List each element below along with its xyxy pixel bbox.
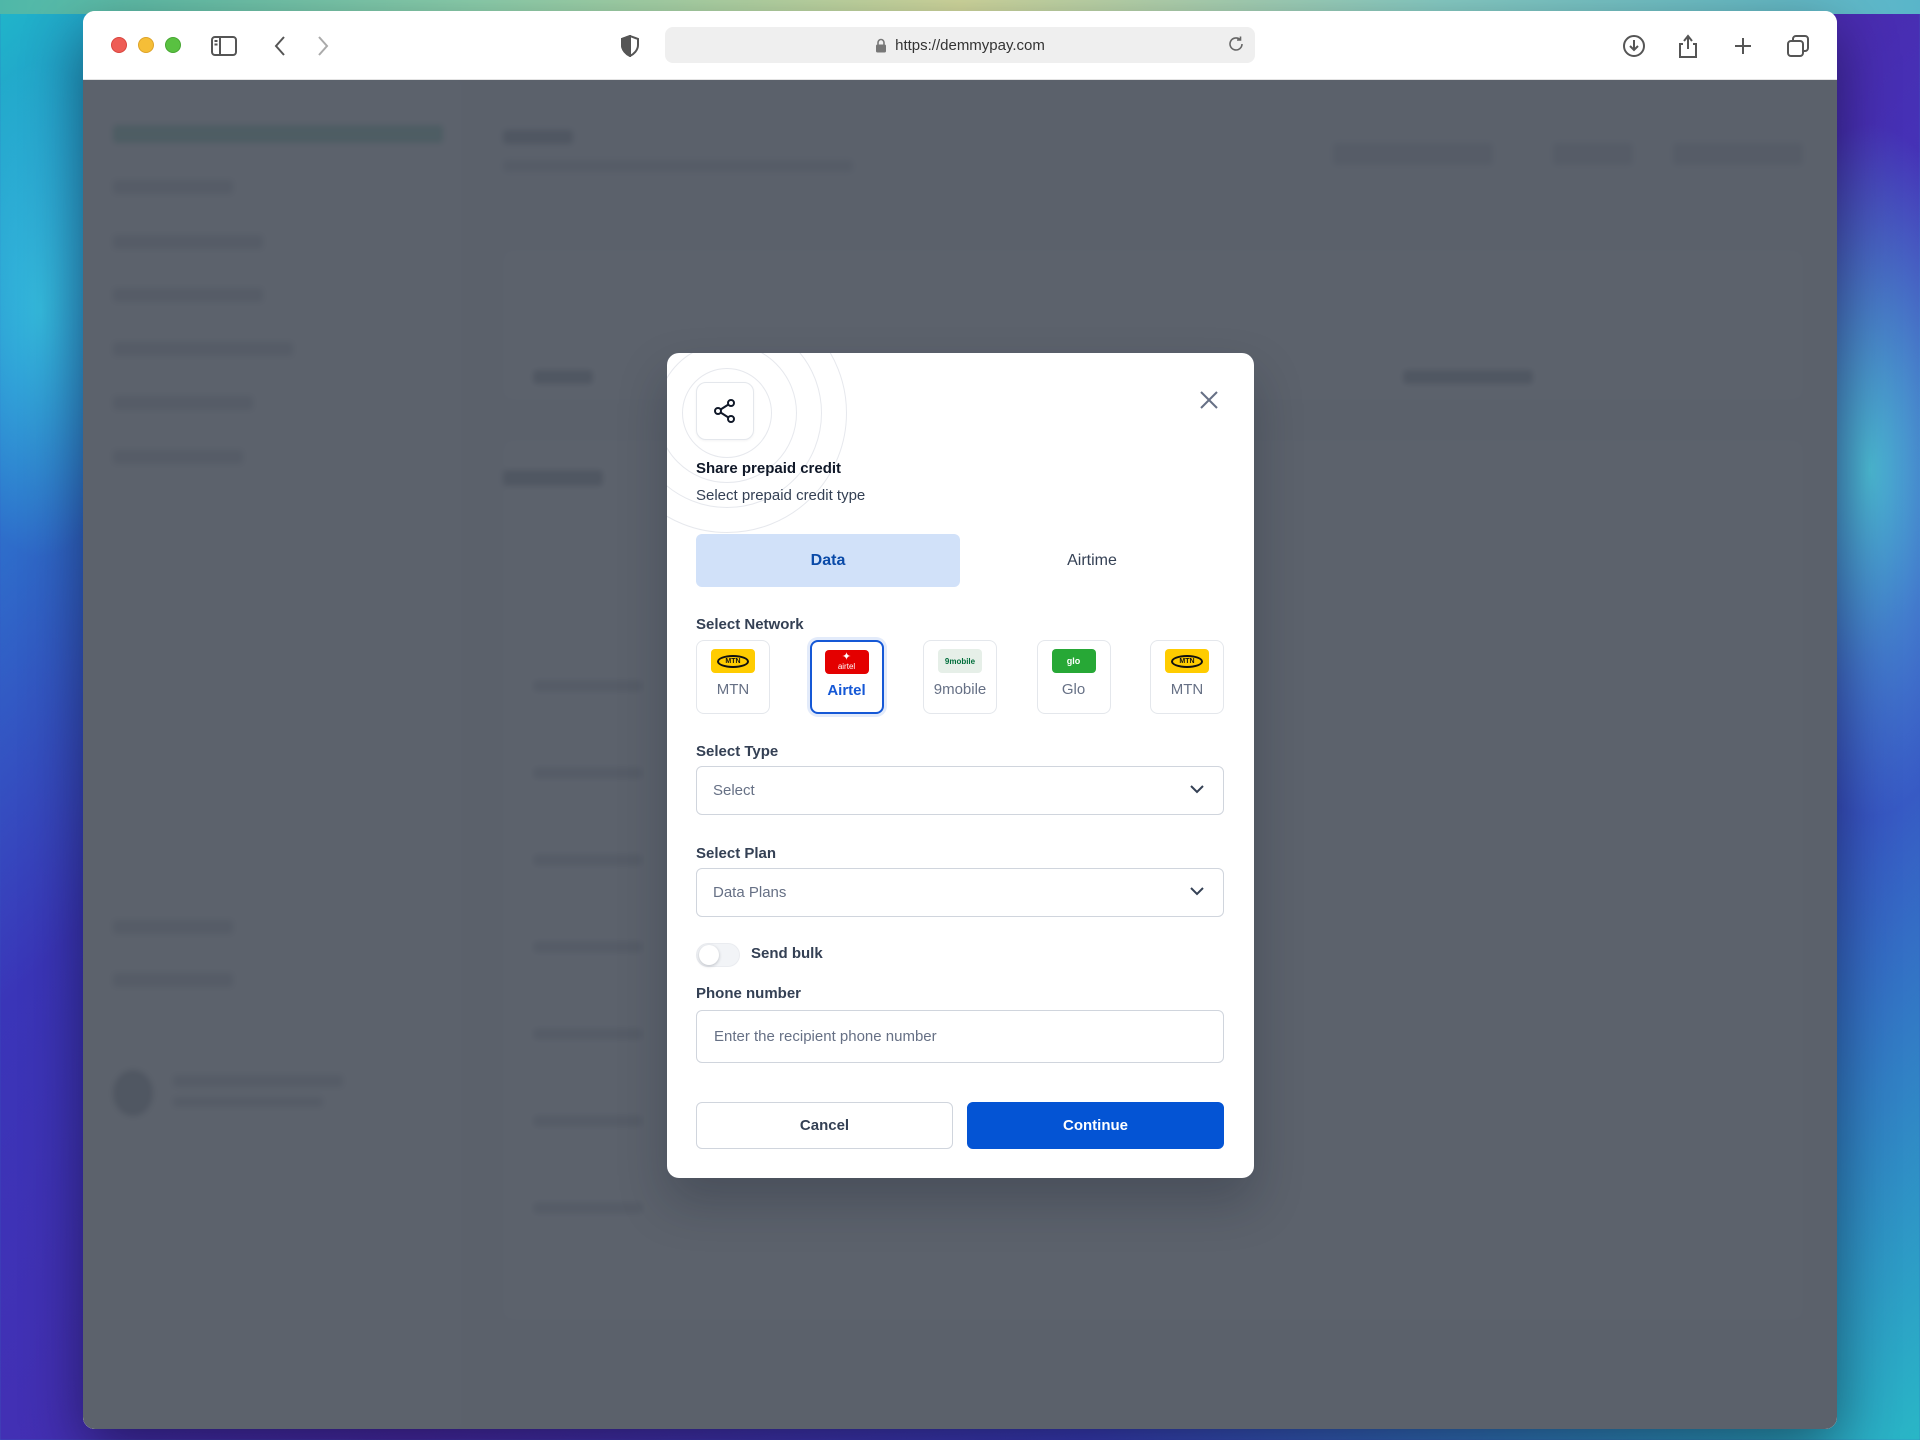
modal-title: Share prepaid credit xyxy=(696,460,842,477)
network-option-airtel[interactable]: ✦ airtel Airtel xyxy=(809,640,884,714)
credit-type-tabs: Data Airtime xyxy=(696,534,1224,587)
network-name: Airtel xyxy=(827,682,866,699)
plan-select-value: Data Plans xyxy=(713,884,787,901)
share-icon xyxy=(696,382,754,440)
browser-toolbar: https://demmypay.com xyxy=(83,11,1837,80)
chevron-down-icon xyxy=(1189,886,1205,896)
send-bulk-label: Send bulk xyxy=(751,945,823,962)
plan-label: Select Plan xyxy=(696,845,777,862)
plan-select[interactable]: Data Plans xyxy=(696,868,1224,917)
type-select-value: Select xyxy=(713,782,755,799)
address-bar[interactable]: https://demmypay.com xyxy=(665,27,1255,63)
reload-icon[interactable] xyxy=(1227,35,1245,53)
type-label: Select Type xyxy=(696,743,779,760)
cancel-button[interactable]: Cancel xyxy=(696,1102,953,1149)
share-icon[interactable] xyxy=(1673,31,1703,61)
download-icon[interactable] xyxy=(1619,31,1649,61)
mtn-logo: MTN xyxy=(711,649,755,673)
send-bulk-toggle[interactable] xyxy=(696,943,740,967)
close-modal-button[interactable] xyxy=(1194,385,1224,415)
close-window-button[interactable] xyxy=(111,37,127,53)
network-name: Glo xyxy=(1061,681,1086,698)
close-icon xyxy=(1200,391,1218,409)
9mobile-logo: 9mobile xyxy=(938,649,982,673)
type-select[interactable]: Select xyxy=(696,766,1224,815)
mtn-logo: MTN xyxy=(1165,649,1209,673)
network-name: MTN xyxy=(716,681,750,698)
network-option-glo[interactable]: glo Glo xyxy=(1036,640,1111,714)
tab-overview-icon[interactable] xyxy=(1783,31,1813,61)
network-option-9mobile[interactable]: 9mobile 9mobile xyxy=(923,640,997,714)
tab-airtime[interactable]: Airtime xyxy=(960,534,1224,587)
network-options: MTN MTN ✦ airtel Airtel 9mobile 9mobile g… xyxy=(696,640,1224,714)
phone-label: Phone number xyxy=(696,985,802,1002)
zoom-window-button[interactable] xyxy=(165,37,181,53)
page-content: Share prepaid credit Select prepaid cred… xyxy=(83,80,1837,1429)
share-prepaid-credit-modal: Share prepaid credit Select prepaid cred… xyxy=(667,353,1254,1178)
network-option-mtn-2[interactable]: MTN MTN xyxy=(1150,640,1224,714)
network-name: MTN xyxy=(1170,681,1204,698)
network-label: Select Network xyxy=(696,616,804,633)
tab-data[interactable]: Data xyxy=(696,534,960,587)
glo-logo: glo xyxy=(1051,649,1096,673)
toggle-knob xyxy=(699,945,719,965)
url-text: https://demmypay.com xyxy=(895,36,1045,54)
back-arrow-icon[interactable] xyxy=(265,31,295,61)
chevron-down-icon xyxy=(1189,784,1205,794)
network-name: 9mobile xyxy=(933,681,987,698)
minimize-window-button[interactable] xyxy=(138,37,154,53)
continue-button[interactable]: Continue xyxy=(967,1102,1224,1149)
lock-icon xyxy=(875,38,887,53)
browser-window: https://demmypay.com Share prepaid credi… xyxy=(83,11,1837,1429)
network-option-mtn[interactable]: MTN MTN xyxy=(696,640,770,714)
airtel-logo: ✦ airtel xyxy=(824,650,869,674)
decorative-rings xyxy=(667,353,857,543)
phone-number-input[interactable] xyxy=(696,1010,1224,1063)
modal-subtitle: Select prepaid credit type xyxy=(696,487,866,504)
forward-arrow-icon[interactable] xyxy=(308,31,338,61)
privacy-shield-icon[interactable] xyxy=(615,31,645,61)
new-tab-icon[interactable] xyxy=(1728,31,1758,61)
sidebar-toggle-icon[interactable] xyxy=(209,31,239,61)
